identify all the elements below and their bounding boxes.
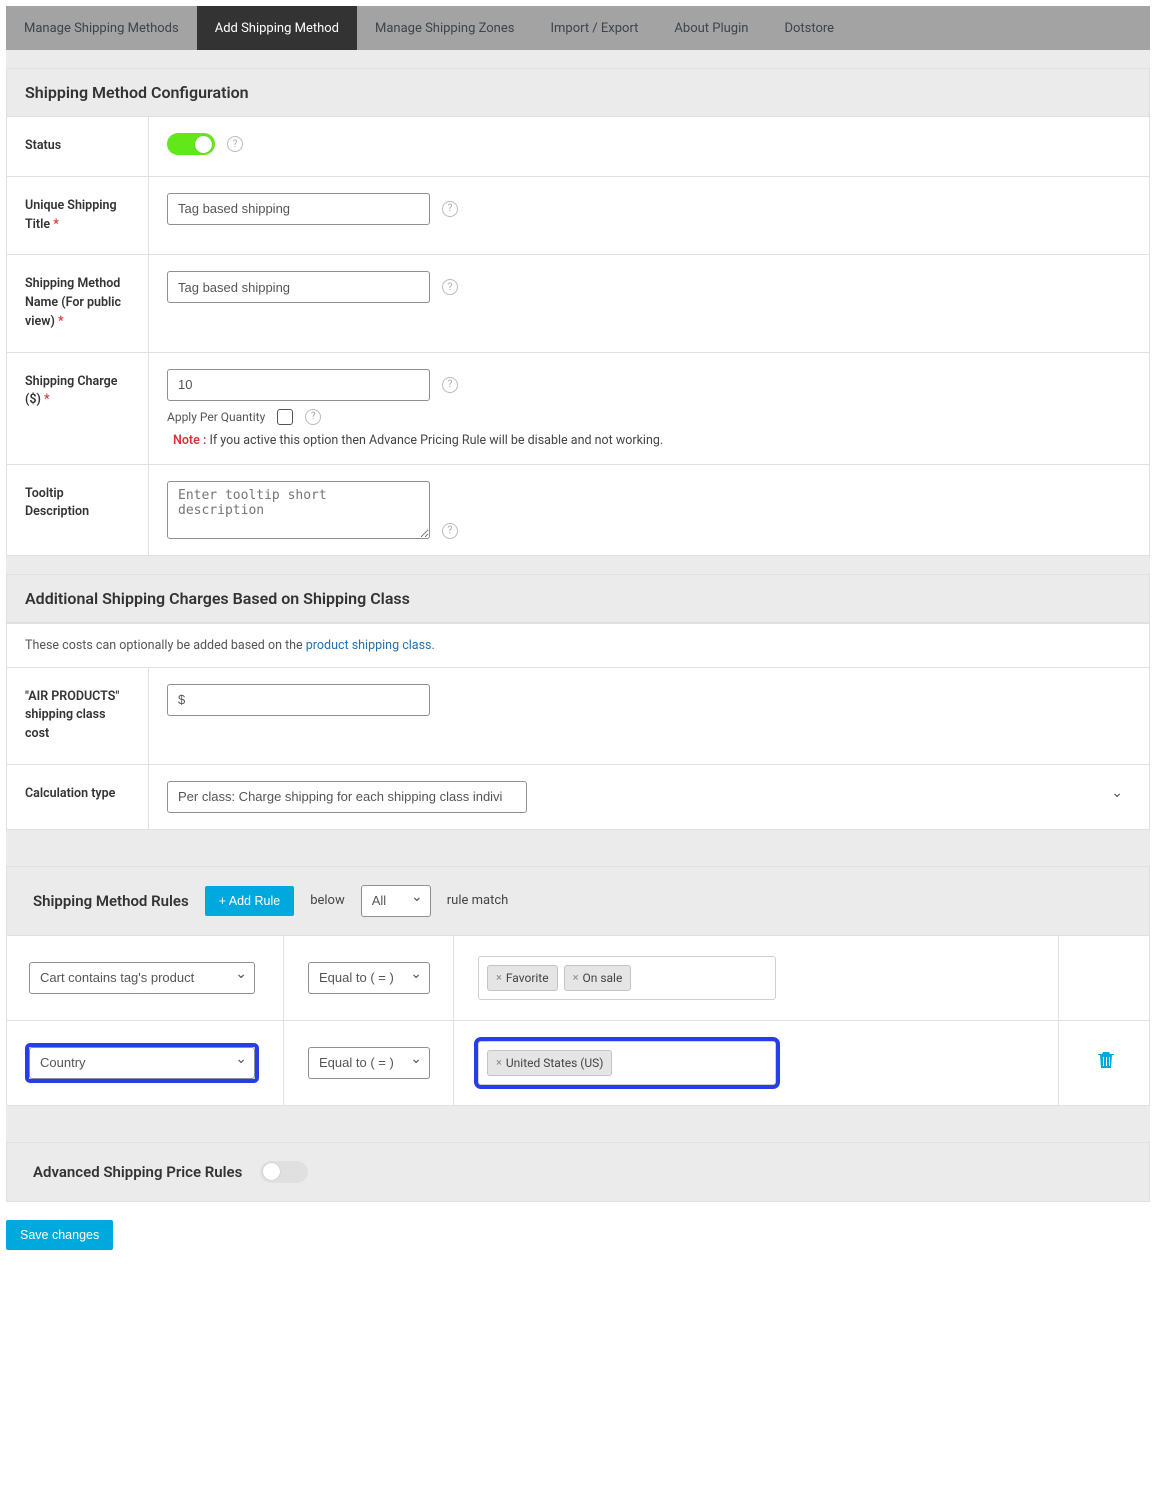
rule-operator-select[interactable]: Equal to ( = ): [308, 1047, 430, 1079]
tag-us: ×United States (US): [487, 1050, 612, 1076]
save-button[interactable]: Save changes: [6, 1220, 113, 1250]
air-products-label: "AIR PRODUCTS" shipping class cost: [7, 668, 149, 764]
tab-bar: Manage Shipping Methods Add Shipping Met…: [6, 6, 1150, 50]
match-mode-select[interactable]: All: [361, 885, 431, 917]
advanced-rules-header: Advanced Shipping Price Rules: [6, 1142, 1150, 1202]
config-section-title: Shipping Method Configuration: [6, 68, 1150, 117]
tag-favorite: ×Favorite: [487, 965, 558, 991]
tab-import-export[interactable]: Import / Export: [532, 6, 656, 50]
delete-rule-icon[interactable]: [1098, 1051, 1114, 1074]
remove-tag-icon[interactable]: ×: [496, 1056, 502, 1069]
rule-operator-select[interactable]: Equal to ( = ): [308, 962, 430, 994]
rule-condition-select[interactable]: Cart contains tag's product: [29, 962, 255, 994]
air-products-cost-input[interactable]: [167, 684, 430, 716]
status-label: Status: [7, 117, 149, 176]
remove-tag-icon[interactable]: ×: [496, 971, 502, 984]
calc-type-label: Calculation type: [7, 765, 149, 829]
help-icon[interactable]: [442, 377, 458, 393]
advanced-rules-title: Advanced Shipping Price Rules: [33, 1163, 242, 1181]
title-label: Unique Shipping Title *: [7, 177, 149, 255]
shipping-title-input[interactable]: [167, 193, 430, 225]
shipping-charge-input[interactable]: [167, 369, 430, 401]
calc-type-select[interactable]: Per class: Charge shipping for each ship…: [167, 781, 527, 813]
charge-label: Shipping Charge ($) *: [7, 353, 149, 464]
shipping-class-section-title: Additional Shipping Charges Based on Shi…: [6, 574, 1150, 623]
tab-add-method[interactable]: Add Shipping Method: [197, 6, 357, 50]
rule-row: Country Equal to ( = ) ×United States (U…: [7, 1021, 1149, 1105]
tab-manage-zones[interactable]: Manage Shipping Zones: [357, 6, 532, 50]
apply-per-qty-label: Apply Per Quantity: [167, 410, 265, 424]
note-text: Note : If you active this option then Ad…: [167, 433, 1131, 448]
apply-per-qty-checkbox[interactable]: [277, 409, 293, 425]
rule-match-label: rule match: [447, 893, 509, 908]
rules-header: Shipping Method Rules + Add Rule below A…: [6, 866, 1150, 936]
below-label: below: [310, 893, 345, 908]
tab-about[interactable]: About Plugin: [656, 6, 766, 50]
remove-tag-icon[interactable]: ×: [573, 971, 579, 984]
help-icon[interactable]: [442, 201, 458, 217]
help-icon[interactable]: [227, 136, 243, 152]
help-icon[interactable]: [442, 279, 458, 295]
rule-value-tagbox[interactable]: ×United States (US): [478, 1041, 776, 1085]
tooltip-textarea[interactable]: [167, 481, 430, 539]
rule-condition-select[interactable]: Country: [29, 1047, 255, 1079]
advanced-rules-toggle[interactable]: [260, 1161, 308, 1183]
status-toggle[interactable]: [167, 133, 215, 155]
rule-value-tagbox[interactable]: ×Favorite ×On sale: [478, 956, 776, 1000]
add-rule-button[interactable]: + Add Rule: [205, 886, 295, 916]
name-label: Shipping Method Name (For public view) *: [7, 255, 149, 351]
rules-title: Shipping Method Rules: [33, 892, 189, 910]
help-icon[interactable]: [442, 523, 458, 539]
tooltip-label: Tooltip Description: [7, 465, 149, 555]
tab-dotstore[interactable]: Dotstore: [766, 6, 852, 50]
product-shipping-class-link[interactable]: product shipping class: [306, 638, 432, 653]
tab-manage-methods[interactable]: Manage Shipping Methods: [6, 6, 197, 50]
tag-onsale: ×On sale: [564, 965, 632, 991]
shipping-class-info: These costs can optionally be added base…: [6, 623, 1150, 668]
help-icon[interactable]: [305, 409, 321, 425]
rule-row: Cart contains tag's product Equal to ( =…: [7, 936, 1149, 1021]
shipping-name-input[interactable]: [167, 271, 430, 303]
